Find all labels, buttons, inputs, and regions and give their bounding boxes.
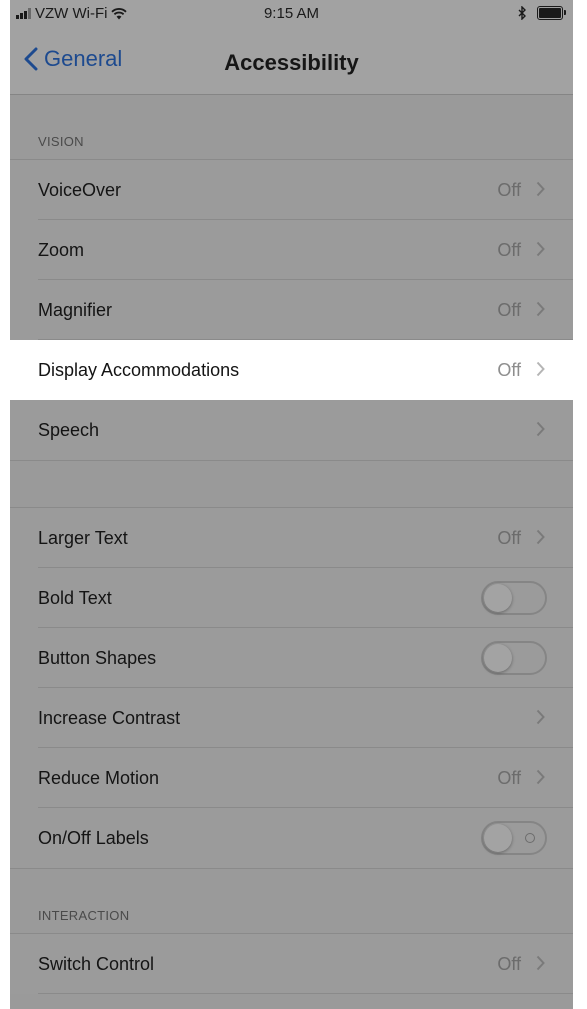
row-voiceover[interactable]: VoiceOver Off <box>10 160 573 220</box>
row-reduce-motion[interactable]: Reduce Motion Off <box>10 748 573 808</box>
row-label: Reduce Motion <box>38 768 160 788</box>
row-label: Larger Text <box>38 528 128 548</box>
display-text-group: Larger Text Off Bold Text Button Shapes … <box>10 507 573 869</box>
chevron-right-icon <box>536 529 545 545</box>
off-label-ring-icon <box>525 833 535 843</box>
row-increase-contrast[interactable]: Increase Contrast <box>10 688 573 748</box>
on-off-labels-toggle[interactable] <box>481 821 547 855</box>
row-label: VoiceOver <box>38 180 122 200</box>
row-label: Increase Contrast <box>38 708 181 728</box>
status-bar: VZW Wi-Fi 9:15 AM <box>10 0 573 28</box>
chevron-left-icon <box>24 47 38 71</box>
bluetooth-icon <box>518 6 526 20</box>
row-value: Off <box>497 300 521 320</box>
row-value: Off <box>497 528 521 548</box>
navigation-bar: General Accessibility <box>10 28 573 95</box>
chevron-right-icon <box>536 421 545 437</box>
chevron-right-icon <box>536 361 545 377</box>
chevron-right-icon <box>536 709 545 725</box>
row-label: On/Off Labels <box>38 828 149 848</box>
chevron-right-icon <box>536 955 545 971</box>
chevron-right-icon <box>536 769 545 785</box>
section-header-vision: VISION <box>10 95 573 159</box>
toggle-knob <box>484 644 512 672</box>
row-value: Off <box>497 240 521 260</box>
row-speech[interactable]: Speech <box>10 400 573 460</box>
bold-text-toggle[interactable] <box>481 581 547 615</box>
vision-group: VoiceOver Off Zoom Off Magnifier Off Dis… <box>10 159 573 461</box>
toggle-knob <box>484 584 512 612</box>
row-switch-control[interactable]: Switch Control Off <box>10 934 573 994</box>
interaction-group: Switch Control Off <box>10 933 573 994</box>
battery-icon <box>537 6 566 20</box>
back-button[interactable]: General <box>24 46 122 72</box>
row-label: Magnifier <box>38 300 113 320</box>
chevron-right-icon <box>536 301 545 317</box>
row-label: Bold Text <box>38 588 112 608</box>
row-value: Off <box>497 180 521 200</box>
button-shapes-toggle[interactable] <box>481 641 547 675</box>
row-value: Off <box>497 954 521 974</box>
row-label: Button Shapes <box>38 648 157 668</box>
row-larger-text[interactable]: Larger Text Off <box>10 508 573 568</box>
row-value: Off <box>497 360 521 380</box>
row-button-shapes: Button Shapes <box>10 628 573 688</box>
row-zoom[interactable]: Zoom Off <box>10 220 573 280</box>
chevron-right-icon <box>536 181 545 197</box>
row-value: Off <box>497 768 521 788</box>
row-label: Zoom <box>38 240 85 260</box>
chevron-right-icon <box>536 241 545 257</box>
row-bold-text: Bold Text <box>10 568 573 628</box>
section-header-interaction-label: INTERACTION <box>38 908 130 923</box>
toggle-knob <box>484 824 512 852</box>
row-magnifier[interactable]: Magnifier Off <box>10 280 573 340</box>
accessibility-screen: VZW Wi-Fi 9:15 AM General Accessibility … <box>10 0 573 1009</box>
row-label: Switch Control <box>38 954 155 974</box>
section-header-vision-label: VISION <box>38 134 84 149</box>
section-header-interaction: INTERACTION <box>10 868 573 933</box>
row-label: Speech <box>38 420 100 440</box>
back-button-label: General <box>44 46 123 71</box>
row-on-off-labels: On/Off Labels <box>10 808 573 868</box>
status-time: 9:15 AM <box>263 5 320 22</box>
row-label: Display Accommodations <box>38 360 240 380</box>
status-right-group <box>518 6 566 20</box>
row-display-accommodations[interactable]: Display Accommodations Off <box>10 340 573 400</box>
